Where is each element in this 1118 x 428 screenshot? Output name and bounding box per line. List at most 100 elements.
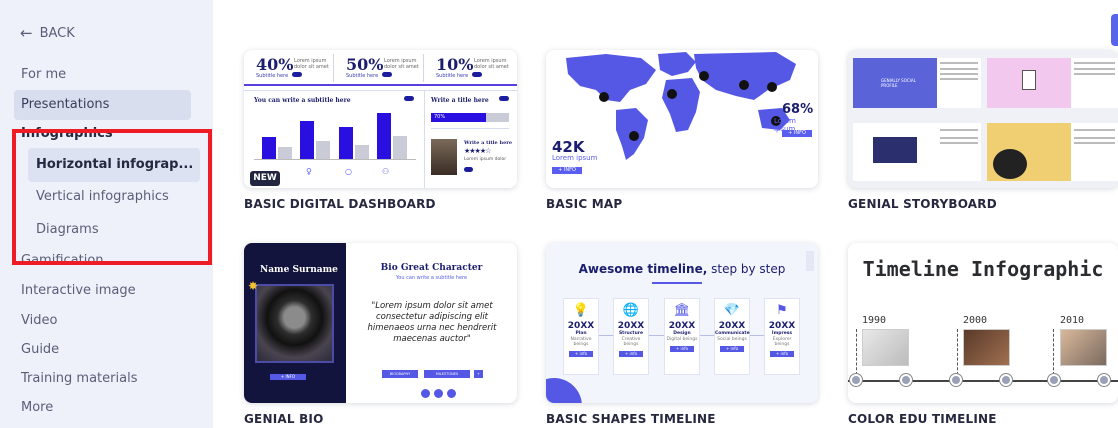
template-title[interactable]: BASIC DIGITAL DASHBOARD xyxy=(244,197,436,211)
review-photo xyxy=(431,139,457,175)
bar xyxy=(393,136,407,159)
bar xyxy=(316,141,330,159)
new-badge: NEW xyxy=(250,171,280,186)
template-title[interactable]: GENIAL STORYBOARD xyxy=(848,197,997,211)
template-title[interactable]: COLOR EDU TIMELINE xyxy=(848,412,997,426)
map-percent: 68% xyxy=(782,102,814,117)
timeline-node xyxy=(900,374,912,386)
social-icon xyxy=(434,389,443,398)
timeline-node xyxy=(850,374,862,386)
timeline-node xyxy=(1098,374,1110,386)
bio-photo xyxy=(255,284,334,363)
decorative-circle xyxy=(546,378,582,403)
building-icon: 🏛 xyxy=(673,303,691,318)
bar xyxy=(278,147,292,159)
sidebar-item-gamification[interactable]: Gamification xyxy=(21,253,104,268)
sidebar-subitem-horizontal-infographics[interactable]: Horizontal infograp... xyxy=(28,148,200,182)
bulb-icon: ○ xyxy=(345,167,352,176)
bar xyxy=(355,145,369,159)
slide-thumb xyxy=(853,123,937,181)
sidebar-item-video[interactable]: Video xyxy=(21,313,57,328)
template-card-genial-bio[interactable]: Name Surname ✸ + INFO Bio Great Characte… xyxy=(244,243,517,403)
map-info-button-right: + INFO xyxy=(782,130,812,137)
diamond-icon: 💎 xyxy=(723,303,741,318)
template-card-basic-digital-dashboard[interactable]: 40% Lorem ipsum dolor sit amet 50% Lorem i… xyxy=(244,50,517,188)
timeline-step: ⚑ 20XX Impress Explorer beings + info xyxy=(764,298,800,375)
timeline-step: 💡 20XX Plan Narrative beings + info xyxy=(563,298,599,375)
edu-year: 1990 xyxy=(862,315,887,326)
template-card-color-edu-timeline[interactable]: Timeline Infographic 1990 2000 2010 xyxy=(848,243,1118,403)
sidebar-item-interactive-image[interactable]: Interactive image xyxy=(21,283,136,298)
back-label: BACK xyxy=(39,25,75,41)
create-button[interactable] xyxy=(1111,14,1118,46)
group-icon: ⚇ xyxy=(382,167,390,176)
right-title: Write a title here xyxy=(431,97,489,104)
bio-subheading: You can write a subtitle here xyxy=(395,275,468,281)
stat-subtitle: Subtitle here xyxy=(256,73,289,79)
bar xyxy=(339,127,353,159)
bar xyxy=(300,121,314,159)
template-title[interactable]: BASIC SHAPES TIMELINE xyxy=(546,412,716,426)
timeline-heading-bold: Awesome timeline, xyxy=(578,262,708,276)
person-icon: ♀ xyxy=(306,167,312,176)
flag-icon: ⚑ xyxy=(776,303,788,318)
progress-bar: 70% xyxy=(431,113,486,122)
template-card-genial-storyboard[interactable]: GENIALLY SOCIAL PROFILE xyxy=(848,50,1118,188)
bio-btn-biography: BIOGRAPHY xyxy=(382,370,418,378)
star-rating-icon: ★★★★☆ xyxy=(464,147,491,155)
sidebar-item-presentations[interactable]: Presentations xyxy=(14,90,191,120)
timeline-node xyxy=(950,374,962,386)
slide-thumb xyxy=(987,123,1071,181)
social-icon xyxy=(421,389,430,398)
template-title[interactable]: GENIAL BIO xyxy=(244,412,323,426)
bio-quote: "Lorem ipsum dolor sit amet consectetur … xyxy=(367,301,497,344)
sidebar-subitem-diagrams[interactable]: Diagrams xyxy=(28,213,200,247)
sidebar-item-infographics[interactable]: Infographics xyxy=(21,126,113,141)
chart-title: You can write a subtitle here xyxy=(254,97,351,104)
bulb-icon: 💡 xyxy=(572,303,590,318)
bio-heading: Bio Great Character xyxy=(380,263,483,273)
template-card-basic-map[interactable]: 42K Lorem ipsum + INFO 68% Lorem ipsum +… xyxy=(546,50,818,188)
sidebar: ← BACK For me Presentations Infographics… xyxy=(0,0,213,428)
timeline-step: 🏛 20XX Design Digital beings + info xyxy=(664,298,700,375)
sidebar-item-more[interactable]: More xyxy=(21,400,53,415)
timeline-step: 💎 20XX Communicate Social beings + info xyxy=(714,298,750,375)
bio-info-button: + INFO xyxy=(270,374,306,380)
stat-note: Lorem ipsum dolor sit amet xyxy=(294,58,329,70)
map-small-label: Lorem ipsum xyxy=(552,154,598,162)
dashboard-header: 40% Lorem ipsum dolor sit amet 50% Lorem i… xyxy=(244,50,517,86)
sidebar-subitem-vertical-infographics[interactable]: Vertical infographics xyxy=(28,180,200,214)
timeline-heading-rest: step by step xyxy=(707,262,786,276)
stat-value: 40% xyxy=(256,55,294,74)
sidebar-item-training-materials[interactable]: Training materials xyxy=(21,371,137,386)
bar xyxy=(262,137,276,159)
timeline-step: 🌐 20XX Structure Creative beings + info xyxy=(613,298,649,375)
timeline-node xyxy=(1048,374,1060,386)
edu-photo xyxy=(963,329,1010,366)
stat-value: 50% xyxy=(346,55,384,74)
review-text: Lorem ipsum dolor xyxy=(464,157,507,162)
template-title[interactable]: BASIC MAP xyxy=(546,197,622,211)
stat-value: 10% xyxy=(436,55,474,74)
slide-thumb: GENIALLY SOCIAL PROFILE xyxy=(853,58,937,108)
slide-thumb xyxy=(987,58,1071,108)
template-card-basic-shapes-timeline[interactable]: Awesome timeline, step by step 💡 20XX Pl… xyxy=(546,243,818,403)
timeline-node xyxy=(1000,374,1012,386)
edu-heading: Timeline Infographic xyxy=(862,257,1104,281)
edu-photo xyxy=(862,329,909,366)
review-title: Write a title here xyxy=(464,140,513,146)
star-icon: ✸ xyxy=(248,279,259,293)
bio-btn-plus: + xyxy=(474,370,483,378)
back-button[interactable]: ← BACK xyxy=(20,24,75,42)
stat-subtitle: Subtitle here xyxy=(346,73,379,79)
sidebar-item-for-me[interactable]: For me xyxy=(21,67,66,82)
bio-btn-milestones: MILESTONES xyxy=(424,370,470,378)
bar xyxy=(377,113,391,159)
arrow-left-icon: ← xyxy=(20,24,33,42)
stat-subtitle: Subtitle here xyxy=(436,73,469,79)
edu-year: 2010 xyxy=(1060,315,1085,326)
social-icon xyxy=(447,389,456,398)
edu-year: 2000 xyxy=(963,315,988,326)
map-info-button: + INFO xyxy=(552,167,582,174)
sidebar-item-guide[interactable]: Guide xyxy=(21,342,59,357)
